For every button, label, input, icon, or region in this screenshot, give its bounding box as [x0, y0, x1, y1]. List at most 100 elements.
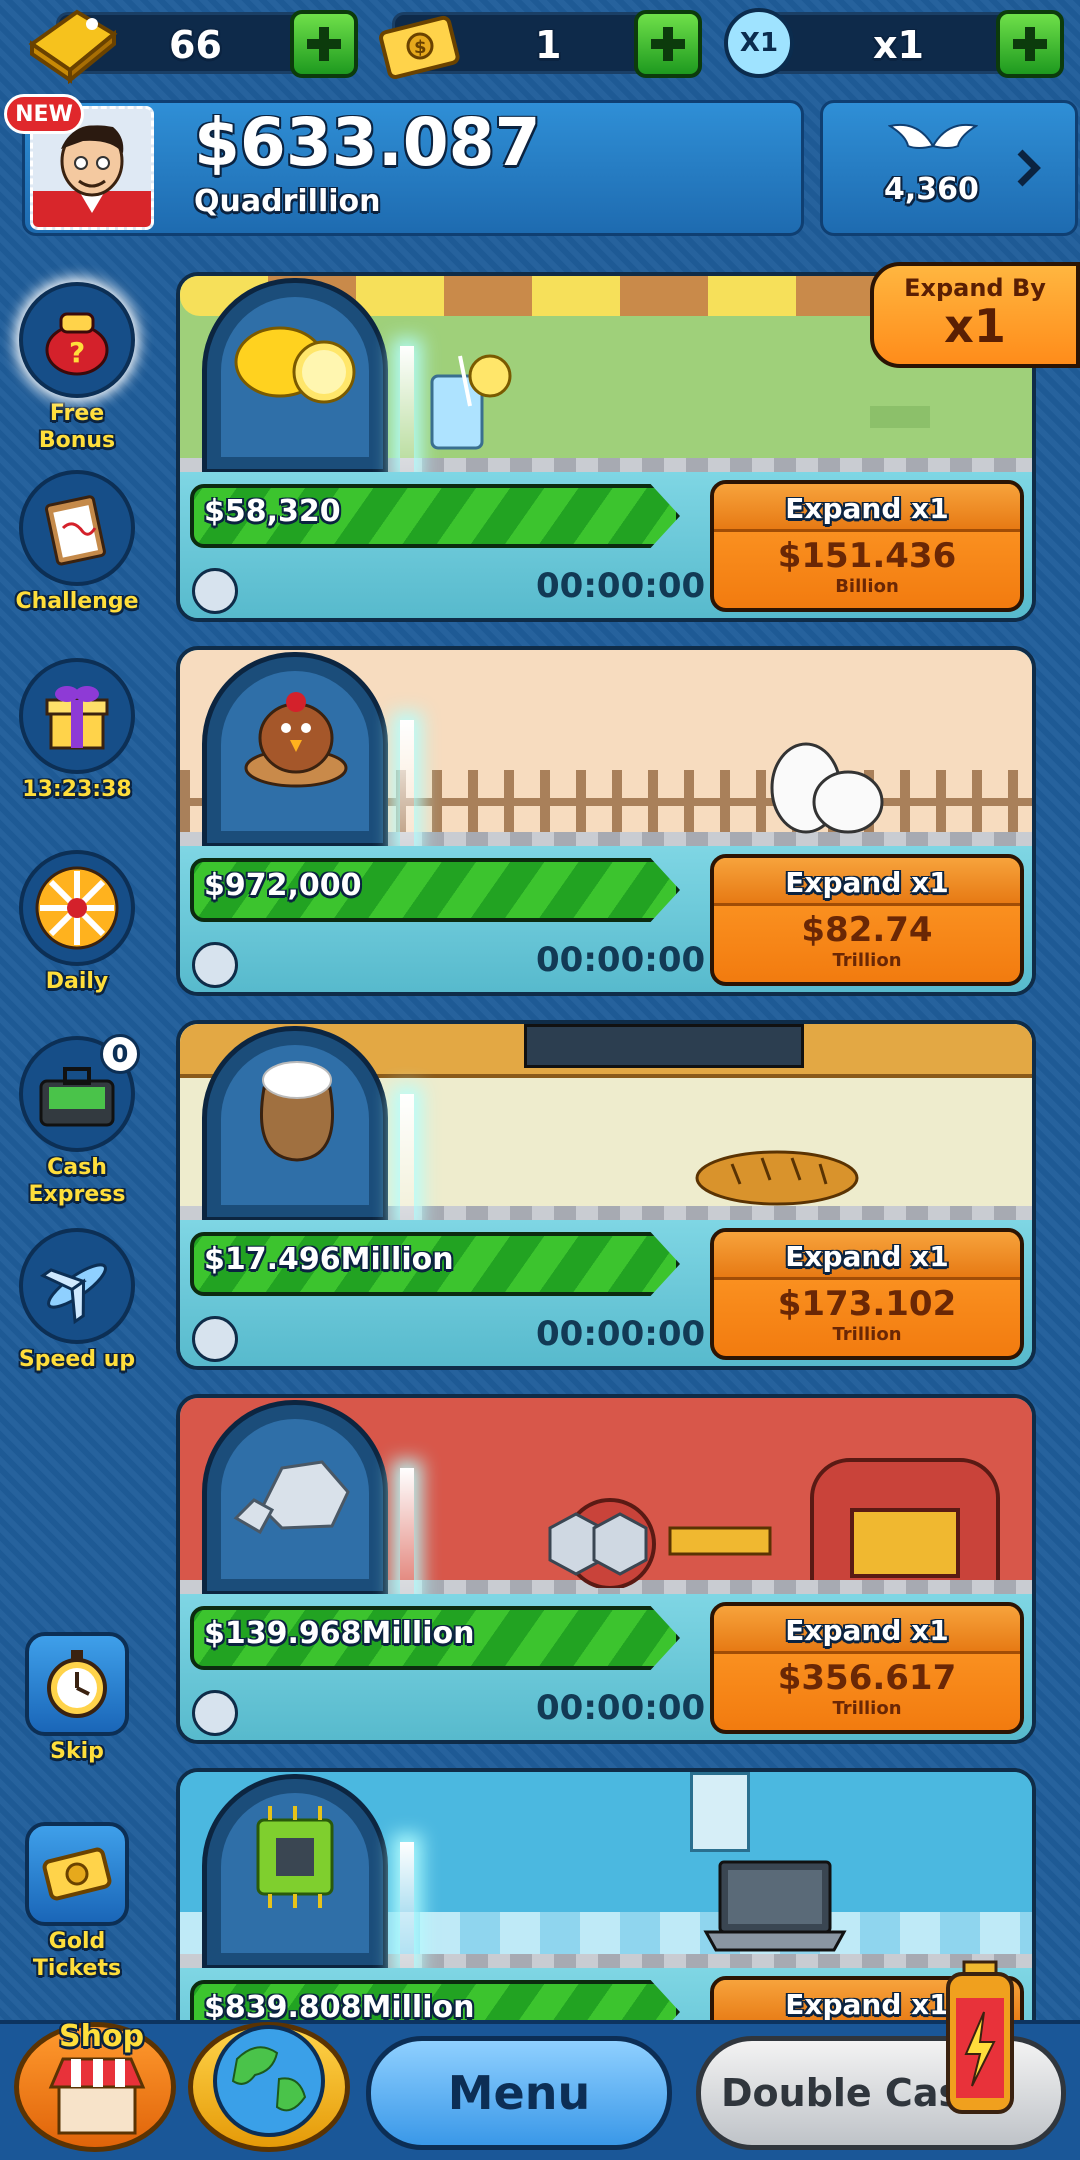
- new-badge: NEW: [4, 94, 84, 134]
- skip-label: Skip: [50, 1739, 104, 1764]
- glow-effect: [400, 346, 414, 476]
- chicken-timer: 00:00:00: [536, 940, 706, 980]
- business-card-metal: 200 $139.968Million 00:00:00 Expand x1 $…: [176, 1394, 1036, 1744]
- metal-earning: $139.968Million: [204, 1616, 475, 1651]
- chicken-expand-button[interactable]: Expand x1 $82.74 Trillion: [710, 854, 1024, 986]
- glow-effect: [400, 720, 414, 850]
- gift-button[interactable]: 13:23:38: [14, 658, 140, 803]
- bonus-bag-icon: ?: [19, 282, 135, 398]
- menu-label: Menu: [447, 2066, 591, 2120]
- daily-wheel-icon: [19, 850, 135, 966]
- gold-tickets-icon: [25, 1822, 129, 1926]
- svg-text:?: ?: [69, 336, 85, 369]
- chevron-right-icon[interactable]: [1014, 148, 1042, 188]
- gold-tickets-button[interactable]: Gold Tickets: [14, 1822, 140, 1982]
- gift-box-icon: [19, 658, 135, 774]
- metal-timer: 00:00:00: [536, 1688, 706, 1728]
- manager-avatar-icon[interactable]: [192, 1316, 238, 1362]
- free-bonus-button[interactable]: ? Free Bonus: [14, 282, 140, 454]
- expand-price: $151.436: [777, 536, 957, 576]
- daily-button[interactable]: Daily: [14, 850, 140, 995]
- manager-avatar-icon[interactable]: [192, 1690, 238, 1736]
- expand-label: Expand x1: [714, 1606, 1020, 1654]
- add-gold-button[interactable]: [290, 10, 358, 78]
- glow-effect: [400, 1094, 414, 1224]
- flour-expand-button[interactable]: Expand x1 $173.102 Trillion: [710, 1228, 1024, 1360]
- lemonade-expand-button[interactable]: Expand x1 $151.436 Billion: [710, 480, 1024, 612]
- menu-button[interactable]: Menu: [366, 2036, 672, 2150]
- chicken-earning: $972,000: [204, 868, 362, 903]
- angels-count: 4,360: [884, 172, 979, 207]
- expand-label: Expand x1: [714, 858, 1020, 906]
- bread-icon: [695, 1150, 859, 1206]
- expand-label: Expand x1: [714, 1232, 1020, 1280]
- expand-by-value: x1: [944, 299, 1006, 353]
- eggs-icon: [770, 742, 884, 834]
- world-button[interactable]: [188, 2022, 350, 2152]
- bolt-nut-icon: [548, 1498, 772, 1588]
- add-multiplier-button[interactable]: [996, 10, 1064, 78]
- metal-progress: $139.968Million: [190, 1606, 690, 1670]
- expand-by-toggle[interactable]: Expand By x1: [870, 262, 1080, 368]
- expand-price-unit: Trillion: [832, 950, 902, 971]
- expand-price-unit: Trillion: [832, 1324, 902, 1345]
- chicken-icon: [244, 692, 348, 788]
- cash-express-count-badge: 0: [100, 1034, 140, 1074]
- lemonade-timer: 00:00:00: [536, 566, 706, 606]
- multiplier-value: x1: [873, 23, 924, 67]
- expand-price: $173.102: [777, 1284, 957, 1324]
- manager-avatar-icon[interactable]: [192, 568, 238, 614]
- add-tickets-button[interactable]: [634, 10, 702, 78]
- expand-by-label: Expand By: [904, 274, 1046, 302]
- ore-rocks-icon: [233, 1460, 350, 1535]
- laptop-icon: [703, 1860, 847, 1952]
- multiplier-badge-label: X1: [739, 28, 779, 58]
- lemonade-glass-icon: [430, 354, 512, 450]
- clipboard-icon: [19, 470, 135, 586]
- shop-stall-icon: [48, 2057, 146, 2135]
- business-card-chicken: 200 $972,000 00:00:00 Expand x1 $82.74 T…: [176, 646, 1036, 996]
- flour-timer: 00:00:00: [536, 1314, 706, 1354]
- battery-icon: [946, 1960, 1014, 2114]
- wings-icon: [888, 124, 978, 149]
- lemonade-progress: $58,320: [190, 484, 690, 548]
- expand-label: Expand x1: [714, 484, 1020, 532]
- multiplier-badge-icon: X1: [724, 8, 794, 78]
- expand-price: $82.74: [801, 910, 933, 950]
- lemonade-earning: $58,320: [204, 494, 341, 529]
- free-bonus-label: Free Bonus: [38, 401, 116, 453]
- gift-timer: 13:23:38: [22, 777, 132, 802]
- tickets-value: 1: [535, 23, 562, 67]
- cash-express-button[interactable]: 0 Cash Express: [14, 1034, 140, 1208]
- total-money: $633.087: [194, 104, 541, 181]
- skip-button[interactable]: Skip: [14, 1632, 140, 1765]
- stopwatch-icon: [25, 1632, 129, 1736]
- challenge-label: Challenge: [15, 589, 139, 614]
- glow-effect: [400, 1468, 414, 1598]
- manager-avatar-icon[interactable]: [192, 942, 238, 988]
- challenge-button[interactable]: Challenge: [14, 470, 140, 615]
- airplane-icon: [19, 1228, 135, 1344]
- shop-label: Shop: [59, 2019, 145, 2054]
- svg-text:$: $: [414, 37, 427, 58]
- expand-price-unit: Billion: [835, 576, 899, 597]
- cash-express-label: Cash Express: [28, 1155, 126, 1207]
- flour-earning: $17.496Million: [204, 1242, 454, 1277]
- shop-button[interactable]: Shop: [14, 2019, 176, 2152]
- gold-bar-icon: [28, 9, 118, 84]
- lemon-icon: [234, 326, 356, 404]
- gold-tickets-label: Gold Tickets: [32, 1929, 122, 1981]
- money-unit: Quadrillion: [194, 184, 381, 219]
- metal-expand-button[interactable]: Expand x1 $356.617 Trillion: [710, 1602, 1024, 1734]
- gold-value: 66: [169, 23, 222, 67]
- speed-up-button[interactable]: Speed up: [14, 1228, 140, 1373]
- currency-bar: 66 1 $ x1 X1: [0, 0, 1080, 90]
- gold-ticket-icon: $: [379, 15, 460, 79]
- chicken-progress: $972,000: [190, 858, 690, 922]
- glow-effect: [400, 1842, 414, 1972]
- expand-price-unit: Trillion: [832, 1698, 902, 1719]
- microchip-icon: [256, 1806, 334, 1908]
- globe-icon: [213, 2025, 325, 2137]
- daily-label: Daily: [45, 969, 109, 994]
- business-card-flour: 200 $17.496Million 00:00:00 Expand x1 $1…: [176, 1020, 1036, 1370]
